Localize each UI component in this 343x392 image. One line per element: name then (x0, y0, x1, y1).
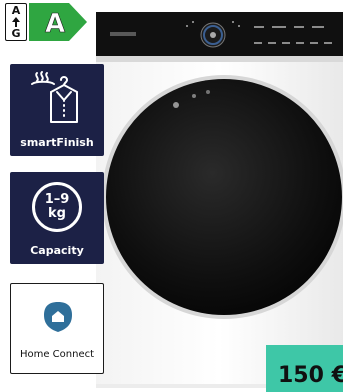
feature-label-capacity: Capacity (30, 244, 84, 257)
capacity-unit: kg (48, 206, 66, 221)
energy-scale-arrow-icon (12, 17, 20, 27)
price-text: 150 € (278, 363, 343, 388)
energy-class-text: A (45, 9, 65, 39)
capacity-value: 1–9 (44, 192, 70, 207)
feature-tile-capacity: 1–9 kg Capacity (10, 172, 104, 264)
energy-class-badge: A (29, 3, 87, 41)
price-badge: 150 € (266, 345, 343, 392)
energy-scale-bottom: G (11, 27, 21, 40)
feature-label-smartfinish: smartFinish (20, 136, 94, 149)
energy-scale: A G (5, 3, 27, 41)
feature-label-home-connect: Home Connect (19, 349, 95, 360)
product-image: A G A smartFinish 1–9 kg Capacity Home C… (0, 0, 343, 392)
weight-capacity-icon: 1–9 kg (32, 182, 82, 232)
feature-tile-smartfinish: smartFinish (10, 64, 104, 156)
shirt-steam-icon (31, 71, 78, 123)
energy-scale-top: A (11, 4, 21, 17)
home-connect-icon (44, 302, 72, 332)
feature-tile-home-connect: Home Connect (10, 283, 104, 374)
energy-label: A G A (5, 3, 87, 41)
washing-machine-image (96, 12, 343, 388)
